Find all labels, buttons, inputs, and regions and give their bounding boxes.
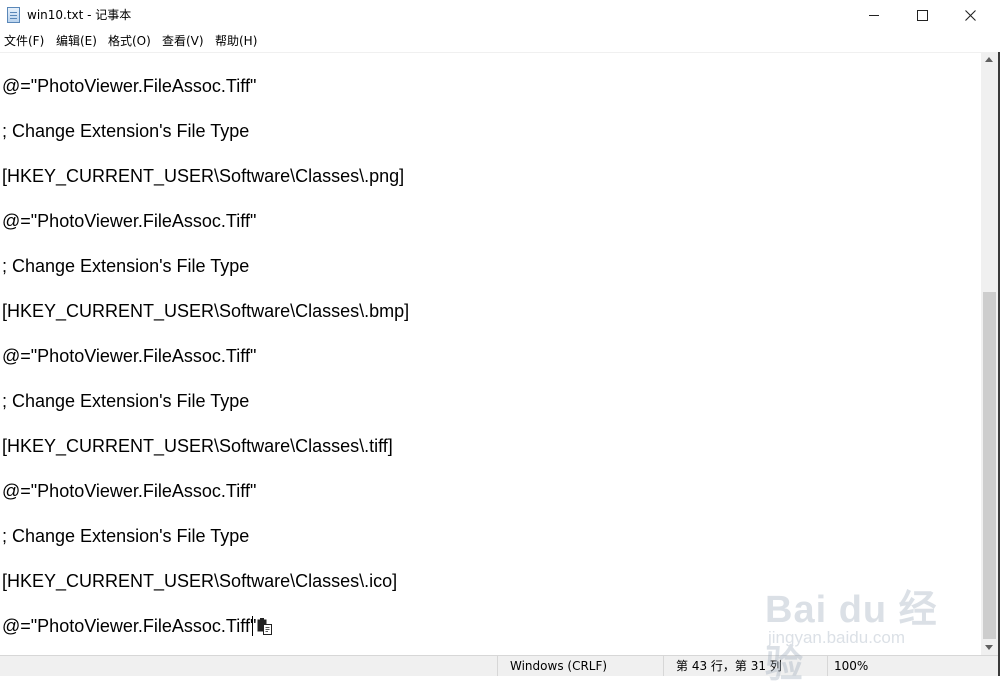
text-line: [HKEY_CURRENT_USER\Software\Classes\.ico… [2, 571, 398, 591]
notepad-icon [7, 7, 20, 23]
text-line: ; Change Extension's File Type [2, 121, 250, 141]
paste-options-icon[interactable] [257, 618, 273, 636]
title-bar: win10.txt - 记事本 [0, 0, 1000, 30]
text-editor[interactable]: @="PhotoViewer.FileAssoc.Tiff" ; Change … [0, 52, 981, 656]
text-line: @="PhotoViewer.FileAssoc.Tiff" [2, 211, 257, 231]
minimize-icon [869, 14, 879, 16]
text-line: @="PhotoViewer.FileAssoc.Tiff" [2, 76, 257, 96]
scroll-down-icon[interactable] [985, 645, 993, 650]
text-line: [HKEY_CURRENT_USER\Software\Classes\.png… [2, 166, 405, 186]
text-line: [HKEY_CURRENT_USER\Software\Classes\.bmp… [2, 301, 410, 321]
menu-format[interactable]: 格式(O) [108, 33, 151, 49]
vertical-scrollbar[interactable] [981, 52, 998, 655]
menu-view[interactable]: 查看(V) [162, 33, 204, 49]
text-line: ; Change Extension's File Type [2, 526, 250, 546]
maximize-icon [916, 9, 928, 21]
text-line: [HKEY_CURRENT_USER\Software\Classes\.tif… [2, 436, 393, 456]
close-icon [964, 9, 976, 21]
status-zoom: 100% [827, 656, 998, 676]
status-cursor-position: 第 43 行，第 31 列 [663, 656, 827, 676]
close-button[interactable] [946, 0, 994, 30]
scroll-up-icon[interactable] [985, 57, 993, 62]
window-title: win10.txt - 记事本 [27, 8, 132, 22]
text-line: @="PhotoViewer.FileAssoc.Tiff" [2, 481, 257, 501]
text-caret [252, 616, 253, 636]
maximize-button[interactable] [898, 0, 946, 30]
status-bar: Windows (CRLF) 第 43 行，第 31 列 100% [0, 655, 998, 676]
status-encoding: Windows (CRLF) [497, 656, 663, 676]
menu-bar: 文件(F) 编辑(E) 格式(O) 查看(V) 帮助(H) [0, 30, 1000, 52]
scrollbar-thumb[interactable] [983, 292, 996, 639]
menu-edit[interactable]: 编辑(E) [56, 33, 97, 49]
menu-help[interactable]: 帮助(H) [215, 33, 257, 49]
minimize-button[interactable] [850, 0, 898, 30]
menu-file[interactable]: 文件(F) [4, 33, 44, 49]
text-line: @="PhotoViewer.FileAssoc.Tiff" [2, 346, 257, 366]
text-line: ; Change Extension's File Type [2, 256, 250, 276]
text-line: ; Change Extension's File Type [2, 391, 250, 411]
text-line: @="PhotoViewer.FileAssoc.Tiff" [2, 616, 257, 636]
